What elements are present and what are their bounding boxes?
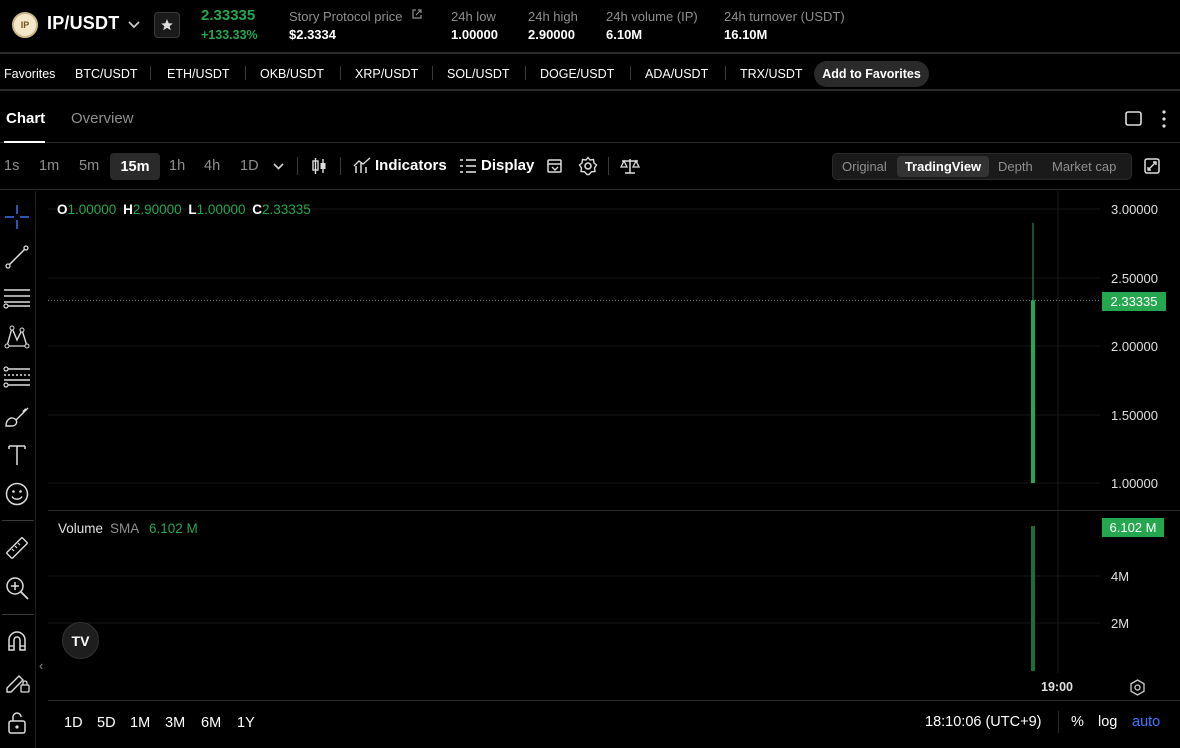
volume-tick: 4M: [1111, 569, 1130, 584]
range-1m[interactable]: 1M: [130, 715, 150, 731]
range-3m[interactable]: 3M: [165, 715, 185, 731]
price-tick: 2.50000: [1111, 271, 1158, 286]
range-1y[interactable]: 1Y: [237, 715, 255, 731]
price-tick: 2.00000: [1111, 339, 1158, 354]
auto-scale-toggle[interactable]: auto: [1132, 714, 1160, 730]
ohlc-close-key: C: [252, 202, 262, 217]
ohlc-open-key: O: [57, 202, 68, 217]
ohlc-low-key: L: [188, 202, 197, 217]
candles: [1031, 222, 1035, 483]
volume-tick: 2M: [1111, 616, 1130, 631]
ohlc-high-key: H: [123, 202, 133, 217]
ohlc-low-value: 1.00000: [196, 202, 246, 217]
tradingview-logo[interactable]: TV: [62, 622, 99, 659]
bottom-separator: [1058, 711, 1059, 733]
volume-sma-value: 6.102 M: [149, 521, 198, 536]
chart-canvas[interactable]: [0, 0, 1180, 748]
time-axis-label: 19:00: [1041, 680, 1073, 694]
current-price-tag: 2.33335: [1102, 292, 1166, 311]
range-6m[interactable]: 6M: [201, 715, 221, 731]
price-tick: 1.00000: [1111, 476, 1158, 491]
volume-label: Volume: [58, 521, 104, 536]
price-tick: 1.50000: [1111, 408, 1158, 423]
ohlc-open-value: 1.00000: [67, 202, 117, 217]
axis-settings-icon[interactable]: [1129, 679, 1146, 696]
range-1d[interactable]: 1D: [64, 715, 83, 731]
chart-grid: [48, 208, 1100, 624]
price-tick: 3.00000: [1111, 202, 1158, 217]
pane-separator[interactable]: [48, 510, 1180, 511]
volume-tag: 6.102 M: [1102, 518, 1164, 537]
range-5d[interactable]: 5D: [97, 715, 116, 731]
ohlc-legend: O1.00000 H2.90000 L1.00000 C2.33335: [57, 202, 311, 217]
ohlc-high-value: 2.90000: [132, 202, 182, 217]
clock-readout[interactable]: 18:10:06 (UTC+9): [925, 714, 1041, 730]
volume-bars: [1031, 526, 1035, 671]
volume-bar: [1031, 526, 1035, 671]
candle-body: [1031, 300, 1035, 483]
ohlc-close-value: 2.33335: [262, 202, 311, 217]
log-scale-toggle[interactable]: log: [1098, 714, 1117, 730]
percent-scale-toggle[interactable]: %: [1071, 714, 1084, 730]
volume-sma-label: SMA: [110, 521, 140, 536]
